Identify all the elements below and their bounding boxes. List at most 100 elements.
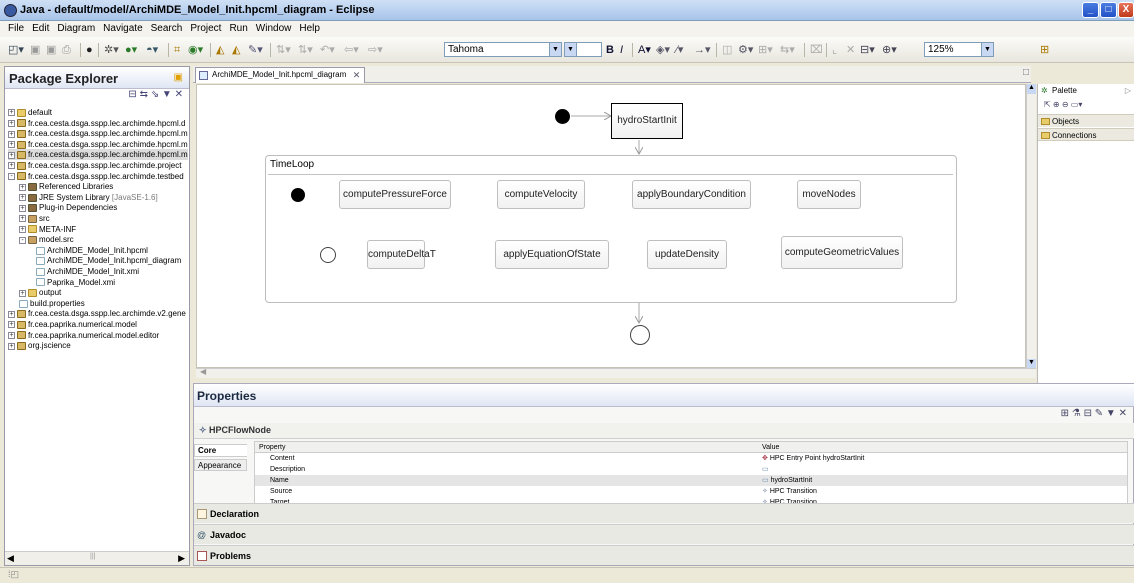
pencil-icon[interactable]: ✎▾ bbox=[248, 42, 263, 58]
minimize-view-icon[interactable]: ✕ bbox=[175, 89, 183, 100]
filter-props-icon[interactable]: ⊟ bbox=[1084, 408, 1092, 419]
tree-item[interactable]: + fr.cea.cesta.dsga.sspp.lec.archimde.hpc… bbox=[8, 139, 188, 150]
open-folder-icon[interactable]: ◭ bbox=[232, 42, 240, 58]
diagram-node[interactable]: moveNodes bbox=[797, 180, 861, 209]
expand-toggle-icon[interactable]: + bbox=[8, 130, 15, 138]
table-row[interactable]: Description ▭ bbox=[255, 464, 1127, 475]
canvas-vscrollbar[interactable]: ▲ ▼ bbox=[1026, 84, 1036, 368]
table-row[interactable]: Name ▭ hydroStartInit bbox=[255, 475, 1127, 486]
show-advanced-icon[interactable]: ⚗ bbox=[1072, 408, 1081, 419]
tree-item[interactable]: - model.src bbox=[19, 234, 74, 245]
tree-item[interactable]: + Plug-in Dependencies bbox=[19, 202, 117, 213]
expand-toggle-icon[interactable]: + bbox=[8, 331, 15, 339]
section-problems[interactable]: Problems bbox=[194, 545, 1134, 565]
expand-toggle-icon[interactable]: + bbox=[8, 162, 15, 170]
route-icon[interactable]: ⌞ bbox=[832, 42, 837, 58]
props-menu-icon[interactable]: ▼ bbox=[1106, 408, 1116, 419]
menu-run[interactable]: Run bbox=[225, 21, 251, 37]
menu-file[interactable]: File bbox=[4, 21, 28, 37]
expand-toggle-icon[interactable]: + bbox=[8, 109, 15, 117]
menu-window[interactable]: Window bbox=[252, 21, 296, 37]
open-type-icon[interactable]: ◭ bbox=[216, 42, 224, 58]
expand-toggle-icon[interactable]: + bbox=[8, 141, 15, 149]
back-icon[interactable]: ⇦▾ bbox=[344, 42, 359, 58]
align-icon[interactable]: ⊞▾ bbox=[758, 42, 773, 58]
palette-drawer-objects[interactable]: Objects bbox=[1038, 114, 1134, 127]
palette-drawer-connections[interactable]: Connections bbox=[1038, 128, 1134, 141]
font-size-combo[interactable]: 9▼ bbox=[564, 42, 602, 57]
tree-item[interactable]: + org.jscience bbox=[8, 340, 71, 351]
next-annotation-icon[interactable]: ⇅▾ bbox=[276, 42, 291, 58]
tree-item[interactable]: + JRE System Library [JavaSE-1.6] bbox=[19, 192, 158, 203]
tab-core[interactable]: Core bbox=[194, 444, 247, 457]
tree-item[interactable]: + fr.cea.paprika.numerical.model.editor bbox=[8, 330, 159, 341]
diagram-node[interactable]: computeDeltaT bbox=[367, 240, 436, 269]
diagram-node[interactable]: applyBoundaryCondition bbox=[632, 180, 751, 209]
font-combo[interactable]: Tahoma ▼ bbox=[444, 42, 562, 57]
line-style-icon[interactable]: →▾ bbox=[694, 42, 711, 58]
print-icon[interactable]: ⎙ bbox=[62, 42, 71, 58]
expand-toggle-icon[interactable]: + bbox=[19, 204, 26, 212]
expand-toggle-icon[interactable]: + bbox=[8, 119, 15, 127]
fast-view-icon[interactable]: ⁞◰ bbox=[8, 569, 19, 580]
menu-search[interactable]: Search bbox=[147, 21, 187, 37]
column-header-property[interactable]: Property bbox=[259, 442, 285, 453]
palette-tools[interactable]: ⇱ ⊕ ⊖ ▭▾ bbox=[1038, 98, 1134, 111]
filter-icon[interactable]: ⇘ bbox=[151, 89, 159, 100]
external-tools-icon[interactable]: ◓▾ bbox=[146, 42, 158, 58]
tree-item[interactable]: + fr.cea.cesta.dsga.sspp.lec.archimde.hpc… bbox=[8, 128, 188, 139]
maximize-button[interactable]: □ bbox=[1100, 2, 1117, 18]
close-button[interactable]: X bbox=[1118, 2, 1134, 18]
column-header-value[interactable]: Value bbox=[762, 442, 779, 453]
font-color-icon[interactable]: A▾ bbox=[638, 42, 651, 58]
delete-icon[interactable]: ✕ bbox=[846, 42, 855, 58]
menu-navigate[interactable]: Navigate bbox=[99, 21, 146, 37]
distribute-icon[interactable]: ⇆▾ bbox=[780, 42, 795, 58]
diagram-node[interactable]: updateDensity bbox=[647, 240, 727, 269]
line-color-icon[interactable]: ∕▾ bbox=[676, 42, 683, 58]
initial-node[interactable] bbox=[555, 109, 570, 124]
tree-item[interactable]: ArchiMDE_Model_Init.xmi bbox=[36, 266, 139, 277]
tree-item[interactable]: - fr.cea.cesta.dsga.sspp.lec.archimde.tes… bbox=[8, 171, 184, 182]
tree-item[interactable]: Paprika_Model.xmi bbox=[36, 277, 115, 288]
debug-run-icon[interactable]: ✲▾ bbox=[104, 42, 119, 58]
open-perspective-icon[interactable]: ⊞ bbox=[1040, 42, 1049, 58]
expand-toggle-icon[interactable]: + bbox=[19, 215, 26, 223]
diagram-node[interactable]: computePressureForce bbox=[339, 180, 451, 209]
menu-project[interactable]: Project bbox=[186, 21, 225, 37]
loop-initial-node[interactable] bbox=[291, 188, 305, 202]
view-menu-icon[interactable]: ▣ bbox=[174, 72, 183, 83]
diagram-node[interactable]: computeVelocity bbox=[497, 180, 585, 209]
tree-item[interactable]: + META-INF bbox=[19, 224, 76, 235]
save-all-icon[interactable]: ▣ bbox=[46, 42, 56, 58]
expand-toggle-icon[interactable]: + bbox=[8, 321, 15, 329]
bold-button[interactable]: B bbox=[606, 42, 614, 58]
expand-toggle-icon[interactable]: - bbox=[19, 236, 26, 244]
tree-item[interactable]: + src bbox=[19, 213, 50, 224]
menu-edit[interactable]: Edit bbox=[28, 21, 53, 37]
last-edit-icon[interactable]: ↶▾ bbox=[320, 42, 335, 58]
save-icon[interactable]: ▣ bbox=[30, 42, 40, 58]
view-dropdown-icon[interactable]: ▼ bbox=[162, 89, 172, 100]
tree-item[interactable]: ArchiMDE_Model_Init.hpcml_diagram bbox=[36, 255, 181, 266]
prev-annotation-icon[interactable]: ⇅▾ bbox=[298, 42, 313, 58]
expand-toggle-icon[interactable]: + bbox=[19, 225, 26, 233]
fill-color-icon[interactable]: ◈▾ bbox=[656, 42, 670, 58]
minimize-button[interactable]: _ bbox=[1082, 2, 1099, 18]
props-minimize-icon[interactable]: ✕ bbox=[1119, 408, 1127, 419]
diagram-node[interactable]: computeGeometricValues bbox=[781, 236, 903, 269]
diagram-node[interactable]: applyEquationOfState bbox=[495, 240, 609, 269]
tree-item[interactable]: + fr.cea.paprika.numerical.model bbox=[8, 319, 137, 330]
tree-item[interactable]: + fr.cea.cesta.dsga.sspp.lec.archimde.hpc… bbox=[8, 149, 188, 161]
link-editor-icon[interactable]: ⇆ bbox=[140, 89, 148, 100]
select-all-icon[interactable]: ◫ bbox=[722, 42, 732, 58]
new-java-project-icon[interactable]: ⌗ bbox=[174, 42, 180, 58]
show-categories-icon[interactable]: ⊞ bbox=[1061, 408, 1069, 419]
table-row[interactable]: Source ✧ HPC Transition bbox=[255, 486, 1127, 497]
expand-toggle-icon[interactable]: + bbox=[8, 342, 15, 350]
autosize-icon[interactable]: ⌧ bbox=[810, 42, 823, 58]
expand-toggle-icon[interactable]: + bbox=[19, 289, 26, 297]
run-icon[interactable]: ●▾ bbox=[125, 42, 137, 58]
forward-icon[interactable]: ⇨▾ bbox=[368, 42, 383, 58]
tree-item[interactable]: + fr.cea.cesta.dsga.sspp.lec.archimde.pro… bbox=[8, 160, 181, 171]
